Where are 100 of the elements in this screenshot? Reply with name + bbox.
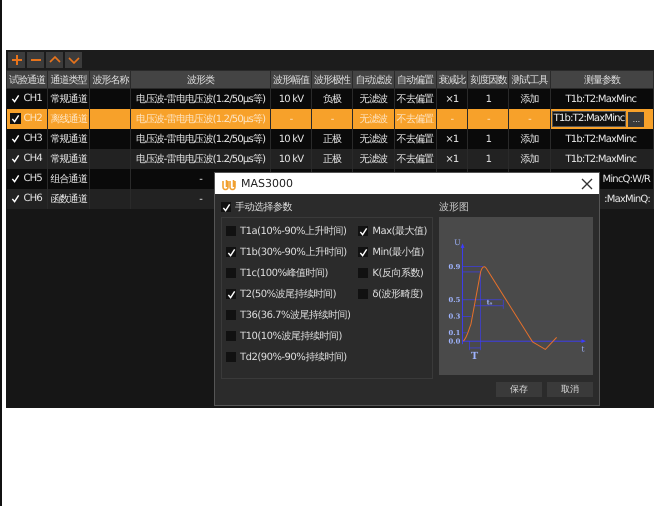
column-header[interactable]: 通道类型: [48, 70, 90, 88]
table-cell: 1: [486, 94, 492, 104]
table-cell: -: [528, 114, 531, 124]
column-header[interactable]: 试验通道: [6, 70, 48, 88]
up-button[interactable]: [46, 52, 63, 68]
column-header[interactable]: 测量参数: [550, 70, 654, 88]
axis-label: U: [454, 238, 461, 247]
table-cell: T1b:T2:MaxMinc: [565, 134, 636, 144]
column-header[interactable]: 自动滤波: [352, 70, 394, 88]
checkbox[interactable]: [221, 202, 231, 212]
close-icon[interactable]: [581, 178, 593, 190]
table-cell: 不去偏置: [396, 114, 434, 125]
checkbox-label: T1a(10%-90%上升时间): [240, 224, 346, 238]
row-checkbox[interactable]: [10, 173, 20, 184]
table-cell: -: [199, 194, 202, 204]
checkbox-label: T1b(30%-90%上升时间): [240, 246, 347, 259]
down-button[interactable]: [65, 52, 82, 68]
table-cell: ×1: [445, 94, 458, 104]
table-cell: 正极: [323, 154, 342, 165]
checkbox-label: T1c(100%峰值时间): [240, 266, 328, 280]
row-checkbox[interactable]: [10, 133, 20, 144]
table-cell: 电压波-雷电电压波(1.2/50μs等): [136, 114, 266, 125]
column-header[interactable]: 波形幅值: [270, 70, 312, 88]
checkbox-label: Td2(90%-90%持续时间): [240, 350, 347, 364]
table-cell: -: [330, 114, 334, 124]
table-cell: 离线通道: [50, 114, 88, 125]
table-cell: 1: [486, 134, 492, 144]
checkbox-label: T10(10%波尾持续时间): [240, 330, 342, 343]
checkbox-label: 手动选择参数: [235, 200, 292, 214]
row-checkbox[interactable]: [10, 113, 20, 124]
table-cell: -: [486, 114, 490, 124]
column-header[interactable]: 波形极性: [312, 70, 353, 88]
dialog-button[interactable]: 保存: [496, 382, 542, 397]
checkbox[interactable]: [226, 226, 236, 236]
checkbox[interactable]: [226, 247, 236, 257]
front-time-label: T: [470, 351, 478, 362]
row-checkbox[interactable]: [10, 193, 20, 204]
checkbox-label: δ(波形畸度): [372, 288, 423, 301]
table-cell: :MaxMinQ:: [604, 194, 650, 204]
table-cell: 电压波-雷电电压波(1.2/50μs等): [136, 134, 266, 145]
dialog-title: MAS3000: [241, 177, 294, 190]
add-button[interactable]: [8, 52, 25, 68]
checkbox[interactable]: [226, 331, 236, 341]
dialog-button[interactable]: 取消: [547, 382, 593, 397]
table-cell: -: [450, 114, 454, 124]
channel-label: CH6: [24, 194, 42, 205]
column-header[interactable]: 刻度因数: [468, 70, 509, 88]
remove-button[interactable]: [27, 52, 44, 68]
checkbox[interactable]: [226, 289, 236, 299]
checkbox[interactable]: [226, 310, 236, 320]
column-header[interactable]: 测试工具: [508, 70, 550, 88]
table-cell: 10 kV: [278, 134, 304, 144]
table-cell: 无滤波: [360, 134, 388, 145]
checkbox-label: Min(最小值): [372, 246, 424, 259]
table-cell: 添加: [520, 94, 539, 105]
column-header[interactable]: 波形名称: [90, 70, 131, 88]
table-cell: 常规通道: [50, 134, 88, 145]
channel-label: CH1: [24, 94, 42, 105]
axis-label: t: [581, 344, 584, 354]
channel-label: CH2: [24, 114, 42, 125]
row-checkbox[interactable]: [10, 93, 20, 104]
table-cell: 函数通道: [50, 194, 88, 205]
table-cell: ×1: [445, 134, 458, 144]
checkbox[interactable]: [358, 289, 368, 299]
table-cell: 1: [486, 154, 492, 164]
checkbox[interactable]: [226, 268, 236, 278]
checkbox[interactable]: [358, 268, 368, 278]
row-checkbox[interactable]: [10, 153, 20, 164]
table-cell: 电压波-雷电电压波(1.2/50μs等): [136, 154, 266, 165]
checkbox[interactable]: [226, 352, 236, 362]
table-cell: -: [199, 174, 202, 184]
plus-icon: [10, 53, 24, 67]
browse-button[interactable]: ...: [628, 112, 644, 126]
table-cell: 不去偏置: [396, 94, 434, 105]
table-cell: 无滤波: [360, 154, 388, 165]
table-cell: T1b:T2:MaxMinc: [565, 154, 636, 164]
table-cell: 不去偏置: [396, 154, 434, 165]
table-cell: 添加: [520, 134, 539, 145]
table-cell: MincQ:W/R: [602, 174, 650, 184]
checkbox[interactable]: [358, 247, 368, 257]
checkbox-label: T2(50%波尾持续时间): [240, 288, 336, 301]
table-cell: T1b:T2:MaxMinc: [565, 94, 636, 104]
channel-label: CH5: [24, 174, 42, 185]
checkbox-label: T36(36.7%波尾持续时间): [240, 308, 350, 322]
table-cell: 常规通道: [50, 154, 88, 165]
table-cell: 无滤波: [360, 94, 388, 105]
parameter-input[interactable]: T1b:T2:MaxMinc: [552, 111, 626, 127]
column-header[interactable]: 波形类: [130, 70, 270, 88]
table-cell: 无滤波: [360, 114, 388, 125]
table-cell: 添加: [520, 154, 539, 165]
column-header[interactable]: 自动偏置: [394, 70, 436, 88]
column-header[interactable]: 衰减比: [436, 70, 468, 88]
table-cell: 电压波-雷电电压波(1.2/50μs等): [136, 94, 266, 105]
table-cell: ×1: [445, 154, 458, 164]
table-cell: 负极: [323, 94, 342, 105]
checkbox[interactable]: [358, 226, 368, 236]
checkbox-label: K(反向系数): [372, 266, 424, 280]
table-cell: 10 kV: [278, 154, 304, 164]
channel-label: CH3: [24, 134, 42, 145]
table-cell: 正极: [323, 134, 342, 145]
